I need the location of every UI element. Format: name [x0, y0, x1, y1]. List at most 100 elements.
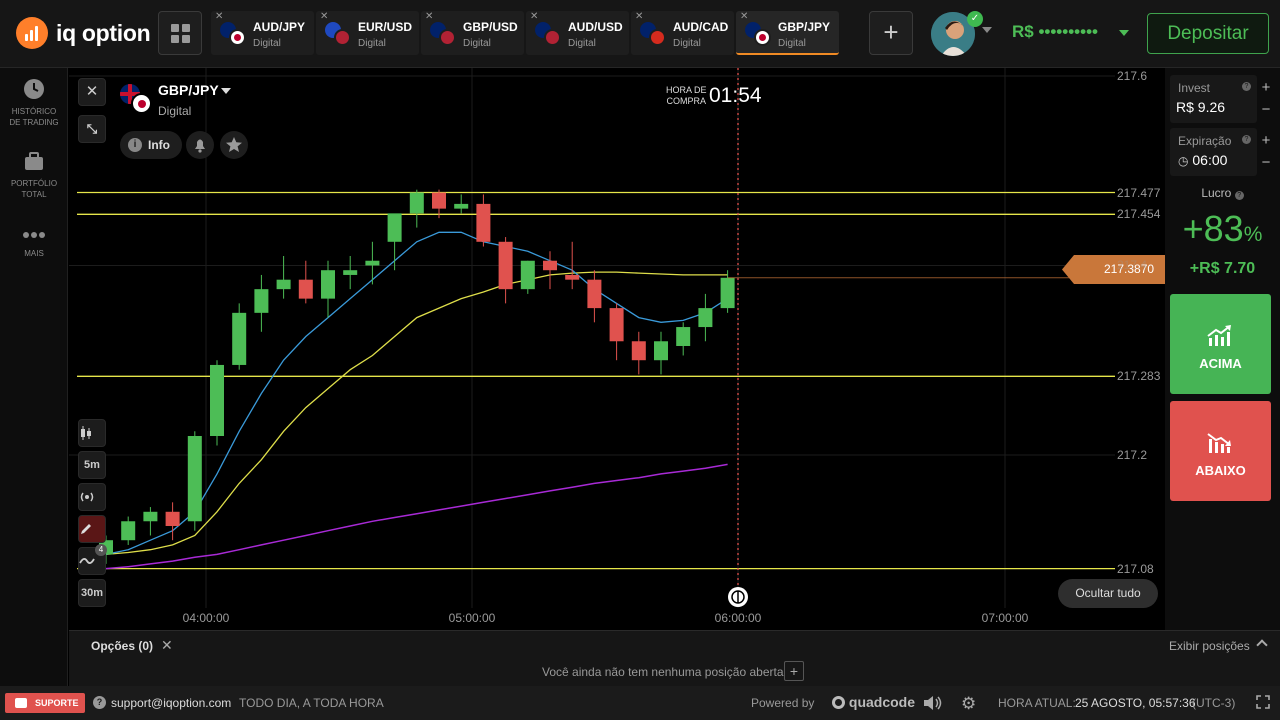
help-icon[interactable]: ?: [1242, 82, 1251, 91]
tab-asset[interactable]: ✕ AUD/USD Digital: [526, 11, 629, 55]
sound-icon[interactable]: [923, 695, 943, 716]
balance-dropdown-icon[interactable]: [1119, 30, 1129, 36]
support-email[interactable]: support@iqoption.com: [111, 696, 231, 710]
close-tab-icon[interactable]: ✕: [740, 11, 748, 22]
brand-logo[interactable]: iq option: [16, 17, 151, 49]
fullscreen-icon[interactable]: [1256, 695, 1270, 709]
add-position-button[interactable]: +: [784, 661, 804, 681]
close-tab-icon[interactable]: ✕: [530, 11, 538, 22]
expiry-decrease-button[interactable]: −: [1257, 151, 1275, 175]
asset-type: Digital: [158, 104, 192, 118]
provider-icon: [832, 696, 845, 709]
help-icon[interactable]: ?: [1234, 191, 1244, 200]
candle-body: [654, 341, 668, 361]
tab-asset[interactable]: ✕ GBP/USD Digital: [421, 11, 524, 55]
purchase-time-label: HORA DE COMPRA: [666, 85, 707, 106]
chart-type-button[interactable]: [78, 419, 106, 447]
tab-type: Digital: [253, 38, 281, 49]
expiry-value[interactable]: ◷ 06:00: [1178, 152, 1227, 168]
y-tick-label: 217.08: [1117, 561, 1154, 576]
candle-body: [720, 277, 735, 309]
close-tab-icon[interactable]: ✕: [635, 11, 643, 22]
tab-type: Digital: [358, 38, 386, 49]
close-icon[interactable]: ✕: [161, 637, 173, 654]
current-time: 25 AGOSTO, 05:57:36: [1075, 696, 1196, 710]
settings-gear-icon[interactable]: ⚙: [961, 694, 976, 714]
invest-decrease-button[interactable]: −: [1257, 98, 1275, 122]
close-chart-button[interactable]: ✕: [78, 78, 106, 106]
alert-button[interactable]: [186, 131, 214, 159]
price-chart[interactable]: ✕ ⤡ GBP/JPY Digital i Info HORA DE COMPR…: [69, 68, 1165, 630]
asset-grid-button[interactable]: [158, 11, 202, 55]
provider-logo[interactable]: quadcode: [832, 694, 915, 710]
y-tick-label: 217.477: [1117, 185, 1161, 200]
tab-asset[interactable]: ✕ AUD/JPY Digital: [211, 11, 314, 55]
candle-body: [587, 279, 602, 309]
powered-by-label: Powered by: [751, 696, 815, 710]
verified-check-icon: ✓: [967, 11, 983, 27]
currency-flags-icon: [745, 22, 775, 46]
info-button[interactable]: i Info: [120, 131, 182, 159]
candle-body: [365, 260, 380, 266]
invest-value[interactable]: R$ 9.26: [1176, 99, 1225, 115]
tab-asset[interactable]: ✕ AUD/CAD Digital: [631, 11, 734, 55]
hide-all-button[interactable]: Ocultar tudo: [1058, 579, 1158, 608]
y-tick-label: 217.4: [1117, 258, 1148, 273]
help-icon[interactable]: ?: [1242, 135, 1251, 144]
chevron-up-icon[interactable]: [1256, 639, 1268, 651]
tab-asset[interactable]: ✕ EUR/USD Digital: [316, 11, 419, 55]
tab-type: Digital: [463, 38, 491, 49]
clock-icon: [24, 79, 44, 99]
asset-flags-icon: [120, 84, 154, 114]
candlestick-icon: [81, 426, 91, 440]
account-balance[interactable]: R$ ••••••••••: [1012, 22, 1098, 42]
sidebar-item-label: HISTÓRICO: [11, 107, 57, 116]
chat-icon: [15, 698, 27, 708]
asset-dropdown-icon[interactable]: [221, 88, 231, 94]
signal-button[interactable]: [78, 483, 106, 511]
tab-pair: EUR/USD: [358, 20, 413, 34]
purchase-timer: 01:54: [709, 84, 762, 107]
timeframe-button[interactable]: 5m: [78, 451, 106, 479]
invest-label: Invest: [1178, 81, 1211, 95]
profit-value: +R$ 7.70: [1189, 260, 1256, 277]
y-tick-label: 217.283: [1117, 369, 1161, 384]
sidebar-item-portfolio[interactable]: PORTFÓLIO TOTAL: [0, 152, 68, 200]
show-positions-link[interactable]: Exibir posições: [1169, 639, 1250, 653]
expiry-tool-button[interactable]: 30m: [78, 579, 106, 607]
currency-flags-icon: [220, 22, 250, 46]
close-tab-icon[interactable]: ✕: [425, 11, 433, 22]
candle-body: [187, 436, 202, 522]
add-asset-button[interactable]: +: [869, 11, 913, 55]
collapse-icon[interactable]: ⤡: [78, 115, 106, 143]
favorite-button[interactable]: [220, 131, 248, 159]
x-tick-label: 06:00:00: [714, 611, 762, 625]
asset-title[interactable]: GBP/JPY: [158, 82, 219, 98]
draw-tools-button[interactable]: [78, 515, 106, 543]
timezone: (UTC-3): [1192, 696, 1236, 710]
avatar-dropdown-icon[interactable]: [982, 27, 992, 33]
deposit-button[interactable]: Depositar: [1147, 13, 1269, 54]
candle-body: [698, 308, 713, 328]
sidebar-item-trading-history[interactable]: HISTÓRICO DE TRADING: [0, 78, 68, 128]
close-tab-icon[interactable]: ✕: [320, 11, 328, 22]
candle-body: [254, 289, 269, 313]
expiry-field[interactable]: Expiração ? ◷ 06:00: [1170, 128, 1257, 176]
call-up-button[interactable]: ACIMA: [1170, 294, 1271, 394]
logo-icon: [16, 17, 48, 49]
tab-asset[interactable]: ✕ GBP/JPY Digital: [736, 11, 839, 55]
sidebar-item-more[interactable]: MAIS: [0, 228, 68, 259]
footer: SUPORTE ? support@iqoption.com TODO DIA,…: [0, 686, 1280, 720]
options-title[interactable]: Opções (0): [91, 639, 153, 653]
currency-flags-icon: [640, 22, 670, 46]
invest-field[interactable]: Invest ? R$ 9.26: [1170, 75, 1257, 123]
put-down-button[interactable]: ABAIXO: [1170, 401, 1271, 501]
x-tick-label: 05:00:00: [448, 611, 496, 625]
candle-body: [432, 192, 446, 209]
close-tab-icon[interactable]: ✕: [215, 11, 223, 22]
invest-increase-button[interactable]: +: [1257, 76, 1275, 100]
help-icon: ?: [93, 696, 106, 709]
y-tick-label: 217.6: [1117, 69, 1148, 83]
expiry-increase-button[interactable]: +: [1257, 129, 1275, 153]
support-button[interactable]: SUPORTE: [5, 693, 85, 713]
